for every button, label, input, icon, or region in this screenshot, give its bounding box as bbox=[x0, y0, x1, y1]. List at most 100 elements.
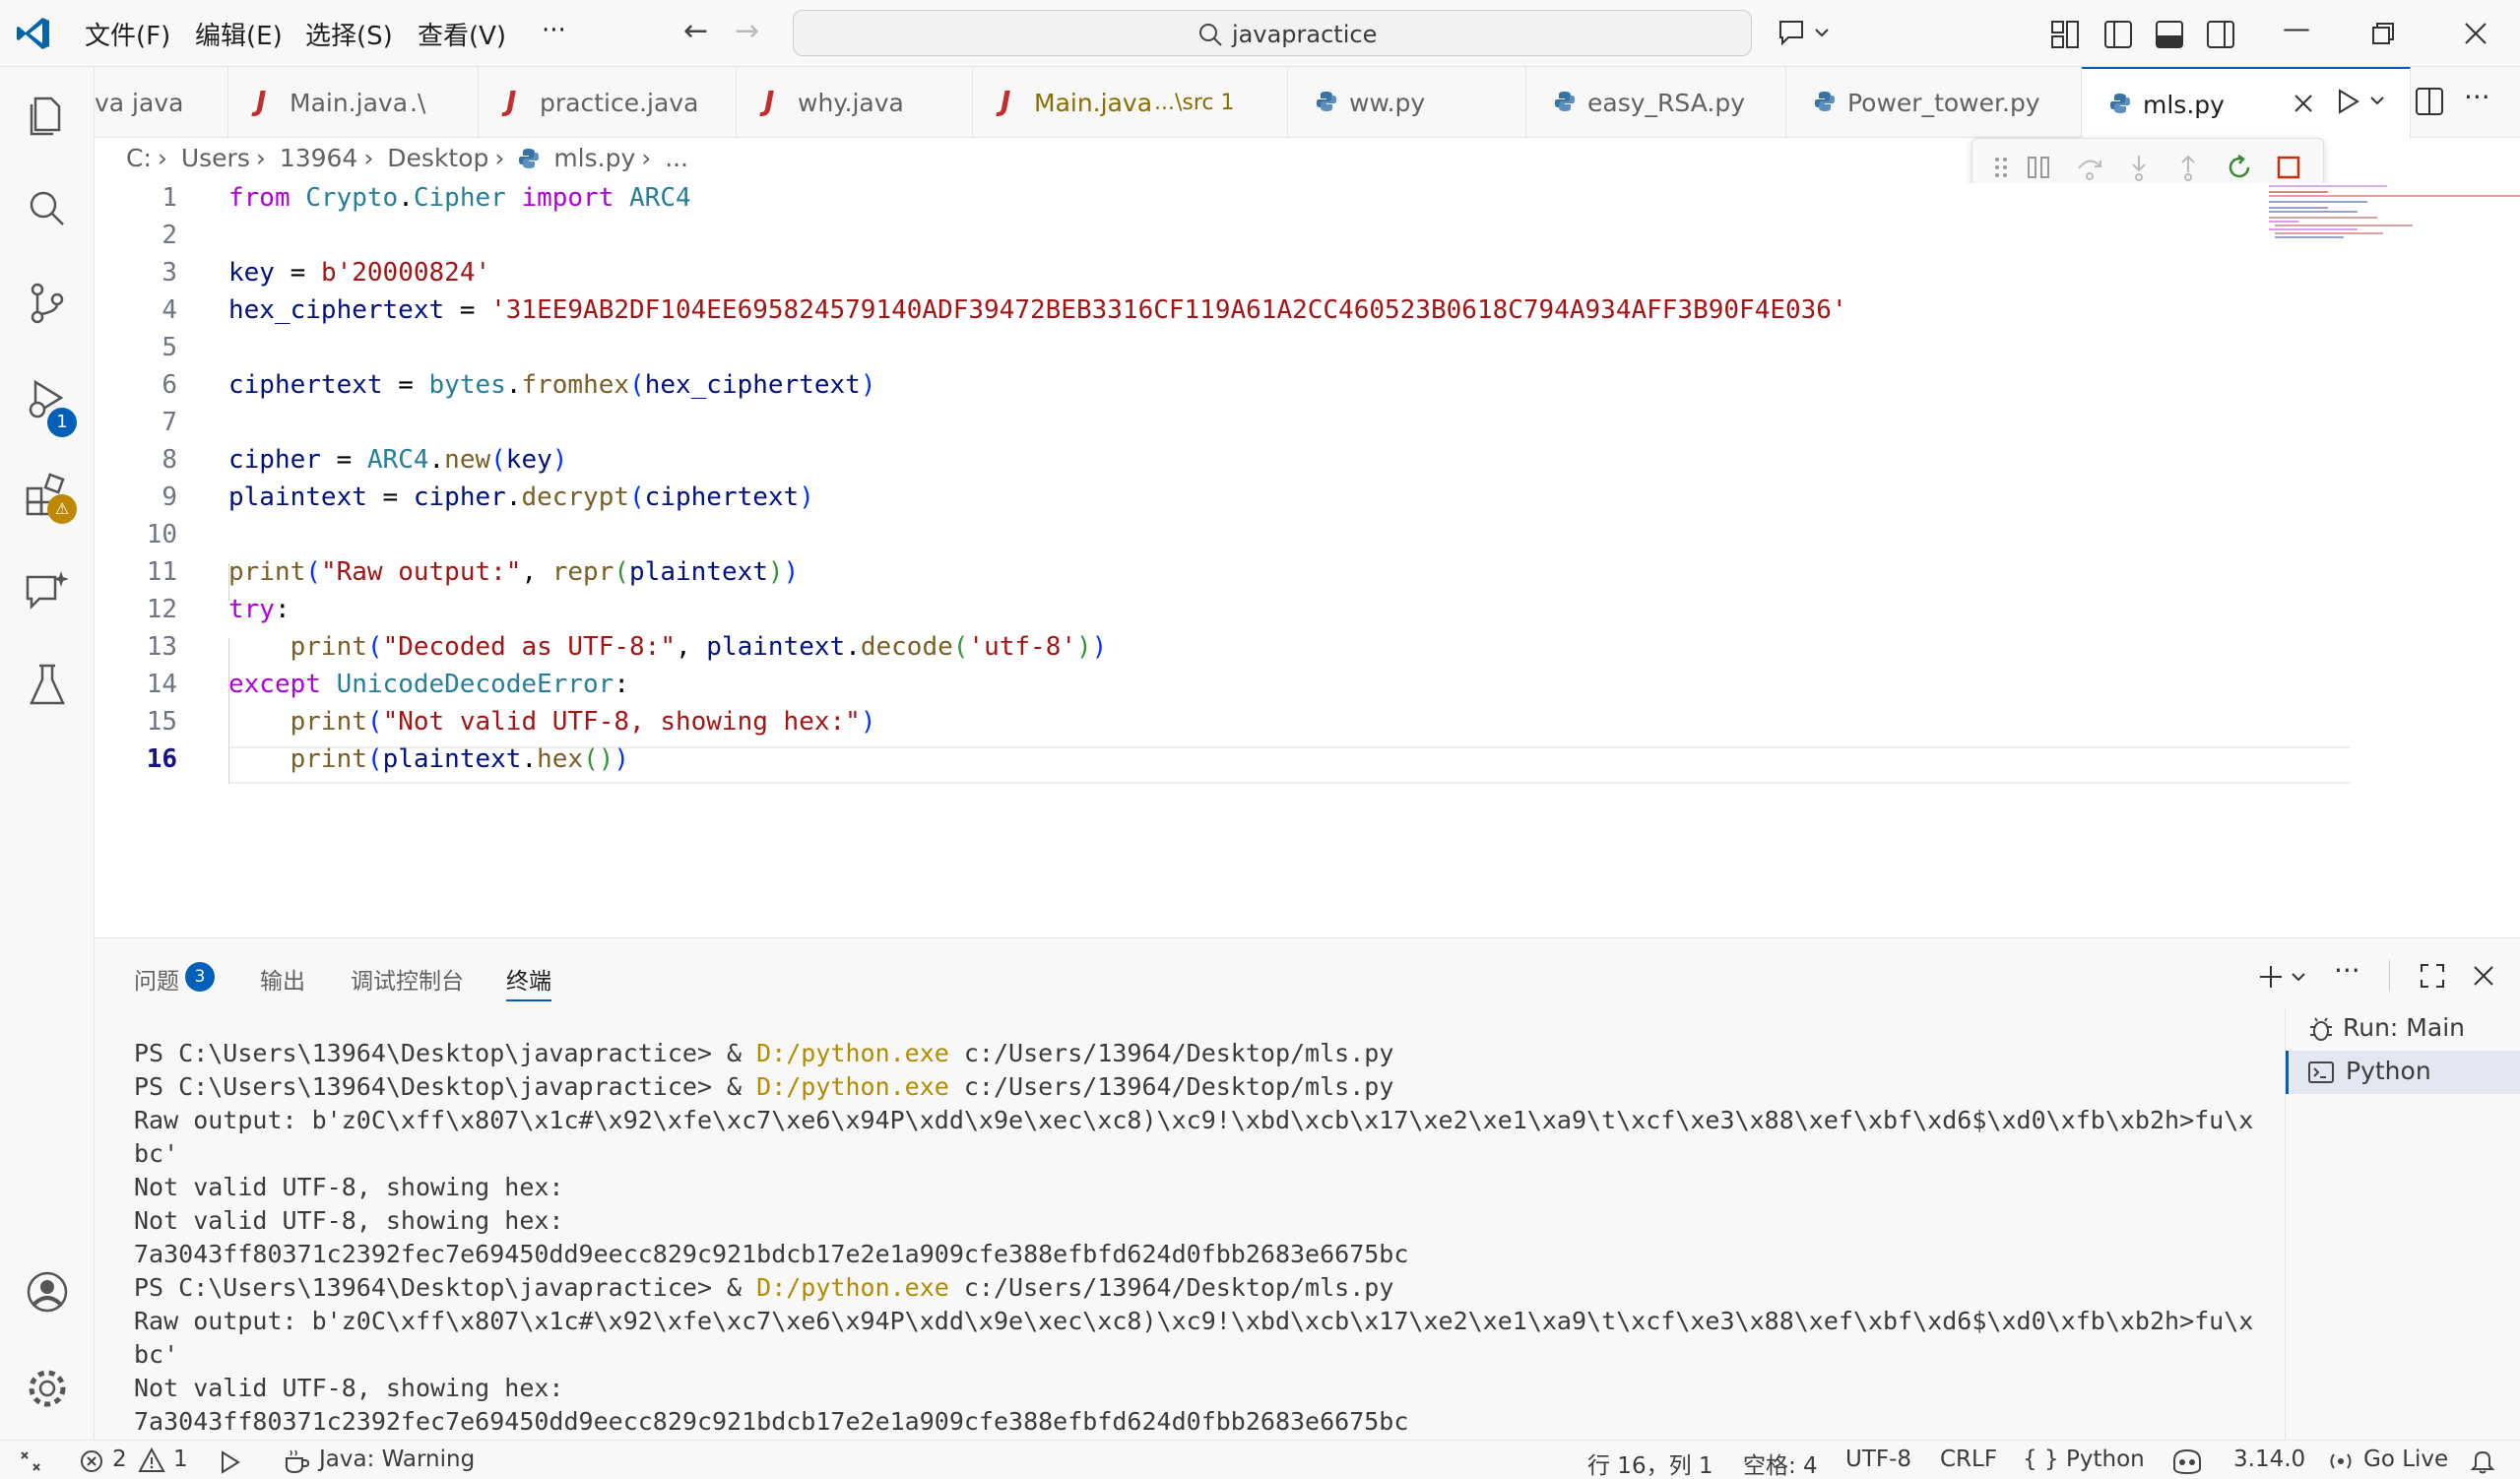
language-mode[interactable]: Python bbox=[2066, 1447, 2145, 1472]
go-live-button[interactable]: Go Live bbox=[2363, 1447, 2448, 1472]
minimize-icon[interactable]: — bbox=[2283, 12, 2310, 44]
breadcrumb-file[interactable]: mls.py bbox=[553, 144, 635, 172]
python-file-icon bbox=[1555, 92, 1575, 111]
breadcrumb-users[interactable]: Users bbox=[181, 144, 250, 172]
testing-flask-icon[interactable] bbox=[22, 660, 73, 711]
tab-output[interactable]: 输出 bbox=[260, 962, 305, 996]
search-icon[interactable] bbox=[22, 183, 73, 234]
more-actions-icon[interactable]: ··· bbox=[2464, 81, 2490, 113]
stop-icon[interactable] bbox=[2274, 153, 2303, 182]
restart-icon[interactable] bbox=[2225, 153, 2254, 182]
file-encoding[interactable]: UTF-8 bbox=[1845, 1447, 1911, 1472]
line-number: 15 bbox=[146, 707, 177, 737]
variable: hex_ciphertext bbox=[228, 295, 445, 325]
breadcrumb-desktop[interactable]: Desktop bbox=[387, 144, 488, 172]
copilot-icon[interactable] bbox=[2170, 1447, 2204, 1476]
dot: . bbox=[845, 632, 861, 662]
menu-file[interactable]: 文件(F) bbox=[85, 16, 170, 52]
vscode-logo-icon bbox=[17, 18, 49, 49]
breadcrumb-symbol[interactable]: ... bbox=[665, 144, 688, 172]
source-control-icon[interactable] bbox=[22, 278, 73, 329]
indentation[interactable]: 空格: 4 bbox=[1743, 1447, 1818, 1479]
forward-arrow-icon[interactable]: → bbox=[735, 14, 759, 48]
menu-selection[interactable]: 选择(S) bbox=[305, 16, 393, 52]
warning-icon bbox=[138, 1447, 165, 1472]
menu-view[interactable]: 查看(V) bbox=[418, 16, 506, 52]
problems-badge: 3 bbox=[185, 962, 215, 992]
more-actions-icon[interactable]: ··· bbox=[2334, 954, 2360, 987]
close-panel-icon[interactable] bbox=[2472, 964, 2495, 988]
terminal-line: Raw output: b'z0C\xff\x807\x1c#\x92\xfe\… bbox=[134, 1307, 2253, 1335]
terminal-text: Raw output: b'z0C\xff\x807\x1c#\x92\xfe\… bbox=[134, 1307, 2254, 1335]
python-version[interactable]: 3.14.0 bbox=[2233, 1447, 2305, 1472]
maximize-panel-icon[interactable] bbox=[2419, 962, 2446, 990]
function-name: fromhex bbox=[521, 370, 630, 400]
broadcast-icon bbox=[2330, 1453, 2352, 1469]
tab-label: easy_RSA.py bbox=[1587, 89, 1745, 117]
run-file-icon[interactable] bbox=[2336, 87, 2395, 116]
code-editor[interactable]: 1 2 3 4 5 6 7 8 9 10 11 12 13 14 15 16 f… bbox=[95, 183, 2520, 935]
terminal-list-item[interactable]: Run: Main bbox=[2286, 1007, 2520, 1051]
error-count[interactable]: 2 bbox=[112, 1447, 127, 1472]
explorer-icon[interactable] bbox=[22, 89, 73, 140]
toggle-primary-sidebar-icon[interactable] bbox=[2103, 20, 2133, 49]
customize-layout-icon[interactable] bbox=[2050, 20, 2080, 49]
tab-main-java-1[interactable]: J Main.java .\ bbox=[228, 67, 479, 138]
tab-debug-console[interactable]: 调试控制台 bbox=[351, 962, 464, 996]
new-terminal-icon[interactable] bbox=[2257, 962, 2316, 992]
close-window-icon[interactable] bbox=[2464, 22, 2488, 45]
drag-handle-icon[interactable] bbox=[1986, 153, 2016, 182]
notifications-bell-icon[interactable] bbox=[2468, 1447, 2497, 1476]
code-line-12: try: bbox=[228, 595, 291, 624]
terminal-line: Not valid UTF-8, showing hex: bbox=[134, 1173, 564, 1201]
line-number: 7 bbox=[162, 408, 177, 437]
command-center-search[interactable]: javapractice bbox=[793, 10, 1752, 56]
code-line-15: print("Not valid UTF-8, showing hex:") bbox=[228, 707, 876, 737]
tab-why-java[interactable]: J why.java bbox=[737, 67, 973, 138]
tab-easy-rsa-py[interactable]: easy_RSA.py bbox=[1526, 67, 1786, 138]
restore-icon[interactable] bbox=[2371, 22, 2395, 45]
line-ending[interactable]: CRLF bbox=[1940, 1447, 1997, 1472]
bracket: ) bbox=[767, 557, 784, 587]
line-number: 8 bbox=[162, 445, 177, 475]
tab-practice-java[interactable]: J practice.java bbox=[479, 67, 737, 138]
back-arrow-icon[interactable]: ← bbox=[683, 14, 708, 48]
settings-gear-icon[interactable] bbox=[22, 1363, 73, 1414]
debug-status-icon[interactable] bbox=[217, 1448, 244, 1476]
terminal-list-item-selected[interactable]: Python bbox=[2286, 1051, 2520, 1094]
tab-label: mls.py bbox=[2143, 91, 2225, 119]
breadcrumb-user[interactable]: 13964 bbox=[280, 144, 358, 172]
tab-ww-py[interactable]: ww.py bbox=[1288, 67, 1526, 138]
minimap[interactable] bbox=[2261, 183, 2520, 262]
terminal-line: Raw output: b'z0C\xff\x807\x1c#\x92\xfe\… bbox=[134, 1106, 2253, 1134]
toggle-secondary-sidebar-icon[interactable] bbox=[2206, 20, 2235, 49]
accounts-icon[interactable] bbox=[22, 1266, 73, 1318]
pause-icon[interactable] bbox=[2024, 153, 2053, 182]
step-over-icon[interactable] bbox=[2075, 153, 2104, 182]
function-name: print bbox=[290, 707, 367, 737]
copilot-chat-sidebar-icon[interactable] bbox=[22, 565, 73, 616]
toggle-panel-icon[interactable] bbox=[2155, 20, 2184, 49]
tab-problems[interactable]: 问题 bbox=[134, 962, 179, 996]
copilot-chat-icon[interactable] bbox=[1777, 16, 1832, 49]
dot: . bbox=[505, 370, 522, 400]
search-text: javapractice bbox=[1232, 21, 1378, 48]
tab-main-java-src[interactable]: J Main.java ...\src 1 bbox=[973, 67, 1288, 138]
remote-icon[interactable] bbox=[18, 1448, 43, 1474]
variable: plaintext bbox=[629, 557, 768, 587]
breadcrumb-drive[interactable]: C: bbox=[126, 144, 152, 172]
variable: hex_ciphertext bbox=[644, 370, 861, 400]
cursor-position[interactable]: 行 16，列 1 bbox=[1587, 1447, 1713, 1479]
java-status[interactable]: Java: Warning bbox=[319, 1447, 475, 1472]
split-editor-icon[interactable] bbox=[2415, 87, 2444, 116]
step-out-icon[interactable] bbox=[2173, 153, 2203, 182]
tab-partial-java[interactable]: va java bbox=[95, 67, 228, 138]
warning-count[interactable]: 1 bbox=[173, 1447, 188, 1472]
tab-power-tower-py[interactable]: Power_tower.py bbox=[1786, 67, 2082, 138]
bracket: ) bbox=[1076, 632, 1092, 662]
step-into-icon[interactable] bbox=[2124, 153, 2154, 182]
menu-more[interactable]: ··· bbox=[542, 16, 566, 45]
close-tab-icon[interactable] bbox=[2293, 93, 2314, 114]
menu-edit[interactable]: 编辑(E) bbox=[195, 16, 283, 52]
tab-terminal[interactable]: 终端 bbox=[506, 962, 551, 1001]
